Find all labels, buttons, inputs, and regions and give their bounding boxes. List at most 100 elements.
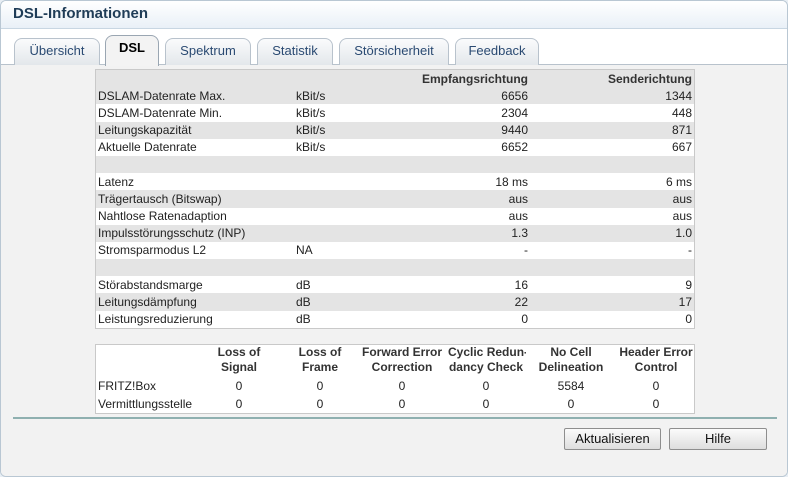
row-upstream-value: [530, 259, 694, 277]
row-upstream-value: 6 ms: [530, 173, 694, 191]
row-upstream-value: 448: [530, 104, 694, 122]
error-column-header: Forward Error Correction: [358, 345, 446, 377]
row-downstream-value: 6656: [374, 87, 530, 105]
dsl-values-table: Empfangsrichtung Senderichtung DSLAM-Dat…: [96, 70, 694, 328]
row-label: [96, 259, 294, 277]
row-label: FRITZ!Box: [98, 379, 157, 393]
row-unit: [294, 190, 374, 208]
error-count-cell: 0: [482, 397, 490, 411]
row-downstream-value: -: [374, 241, 530, 260]
row-unit: dB: [294, 276, 374, 294]
error-count-cell: 0: [316, 397, 324, 411]
row-downstream-value: 9440: [374, 121, 530, 139]
divider: [13, 417, 777, 419]
row-upstream-value: 871: [530, 121, 694, 139]
row-downstream-value: [374, 259, 530, 277]
error-column-header: No Cell Delineation: [526, 345, 616, 377]
table-row: Latenz 18 ms 6 ms: [96, 173, 694, 191]
row-unit: [294, 155, 374, 174]
tab-spektrum[interactable]: Spektrum: [165, 38, 251, 65]
table-row: Leitungsdämpfung dB 22 17: [96, 293, 694, 311]
row-upstream-value: aus: [530, 190, 694, 208]
row-label: Leitungsdämpfung: [96, 293, 294, 311]
row-downstream-value: aus: [374, 207, 530, 225]
row-label: Impulsstörungsschutz (INP): [96, 224, 294, 242]
row-upstream-value: 9: [530, 276, 694, 294]
refresh-button[interactable]: Aktualisieren: [564, 428, 661, 450]
row-upstream-value: -: [530, 241, 694, 260]
tab-dsl[interactable]: DSL: [105, 35, 159, 66]
table-row: DSLAM-Datenrate Max. kBit/s 6656 1344: [96, 87, 694, 105]
table-row: Leitungskapazität kBit/s 9440 871: [96, 121, 694, 139]
error-column-header: Loss of Frame: [282, 345, 358, 377]
tab-feedback[interactable]: Feedback: [455, 38, 539, 65]
row-upstream-value: 667: [530, 138, 694, 156]
error-column-header: Loss of Signal: [196, 345, 282, 377]
row-label: Störabstandsmarge: [96, 276, 294, 294]
row-upstream-value: 17: [530, 293, 694, 311]
header-line-1: Loss of: [217, 345, 261, 359]
error-count-cell: 0: [235, 397, 243, 411]
row-unit: dB: [294, 310, 374, 328]
row-upstream-value: 0: [530, 310, 694, 328]
table-row: DSLAM-Datenrate Min. kBit/s 2304 448: [96, 104, 694, 122]
row-downstream-value: 16: [374, 276, 530, 294]
header-line-2: Delineation: [538, 360, 604, 374]
row-label: Stromsparmodus L2: [96, 241, 294, 260]
header-line-1: Forward Error: [361, 345, 442, 359]
error-count-cell: 0: [235, 379, 243, 393]
row-unit: [294, 224, 374, 242]
header-downstream: Empfangsrichtung: [374, 70, 530, 88]
table-row: Stromsparmodus L2 NA - -: [96, 241, 694, 260]
tab-stoersicherheit[interactable]: Störsicherheit: [339, 38, 449, 65]
error-column-header: Header Error Control: [616, 345, 696, 377]
error-count-cell: 0: [482, 379, 490, 393]
header-label: [96, 70, 294, 88]
row-unit: dB: [294, 293, 374, 311]
error-column-header: Cyclic Redun-dancy Check: [446, 345, 526, 377]
table-row: Leistungsreduzierung dB 0 0: [96, 310, 694, 328]
dsl-values-panel: Empfangsrichtung Senderichtung DSLAM-Dat…: [95, 69, 695, 329]
row-upstream-value: aus: [530, 207, 694, 225]
error-count-cell: 0: [652, 397, 660, 411]
row-unit: kBit/s: [294, 104, 374, 122]
row-upstream-value: [530, 155, 694, 174]
row-label: Trägertausch (Bitswap): [96, 190, 294, 208]
window-title: DSL-Informationen: [13, 5, 148, 22]
header-line-2: Frame: [301, 360, 339, 374]
error-count-cell: 0: [567, 397, 575, 411]
row-unit: [294, 207, 374, 225]
tab-content: Empfangsrichtung Senderichtung DSLAM-Dat…: [1, 65, 787, 476]
help-button[interactable]: Hilfe: [669, 428, 767, 450]
error-counters-table: Loss of Signal Loss of Frame Forward Error Co…: [96, 345, 696, 413]
row-upstream-value: 1344: [530, 87, 694, 105]
row-label: DSLAM-Datenrate Max.: [96, 87, 294, 105]
table-header-row: Loss of Signal Loss of Frame Forward Error Co…: [96, 345, 696, 377]
window-titlebar: DSL-Informationen: [1, 1, 787, 29]
table-row: Impulsstörungsschutz (INP) 1.3 1.0: [96, 224, 694, 242]
table-row: [96, 259, 694, 277]
header-line-2: Correction: [371, 360, 433, 374]
table-row: Vermittlungsstelle 0 0 0 0 0 0: [96, 395, 696, 413]
header-upstream: Senderichtung: [530, 70, 694, 88]
error-count-cell: 5584: [557, 379, 585, 393]
error-count-cell: 0: [316, 379, 324, 393]
tab-statistik[interactable]: Statistik: [257, 38, 333, 65]
row-downstream-value: 18 ms: [374, 173, 530, 191]
row-label: Latenz: [96, 173, 294, 191]
row-label: DSLAM-Datenrate Min.: [96, 104, 294, 122]
tab-bar: Übersicht DSL Spektrum Statistik Störsic…: [1, 29, 787, 66]
header-line-1: Cyclic Redun-: [448, 345, 526, 359]
row-label: Aktuelle Datenrate: [96, 138, 294, 156]
error-count-cell: 0: [398, 397, 406, 411]
row-unit: kBit/s: [294, 138, 374, 156]
table-row: [96, 155, 694, 174]
table-row: Nahtlose Ratenadaption aus aus: [96, 207, 694, 225]
row-unit: kBit/s: [294, 121, 374, 139]
table-row: FRITZ!Box 0 0 0 0 5584 0: [96, 377, 696, 395]
error-counters-panel: Loss of Signal Loss of Frame Forward Error Co…: [95, 344, 695, 414]
header-line-1: No Cell: [550, 345, 592, 359]
table-row: Aktuelle Datenrate kBit/s 6652 667: [96, 138, 694, 156]
tab-uebersicht[interactable]: Übersicht: [14, 38, 100, 65]
row-label: Vermittlungsstelle: [98, 397, 193, 411]
